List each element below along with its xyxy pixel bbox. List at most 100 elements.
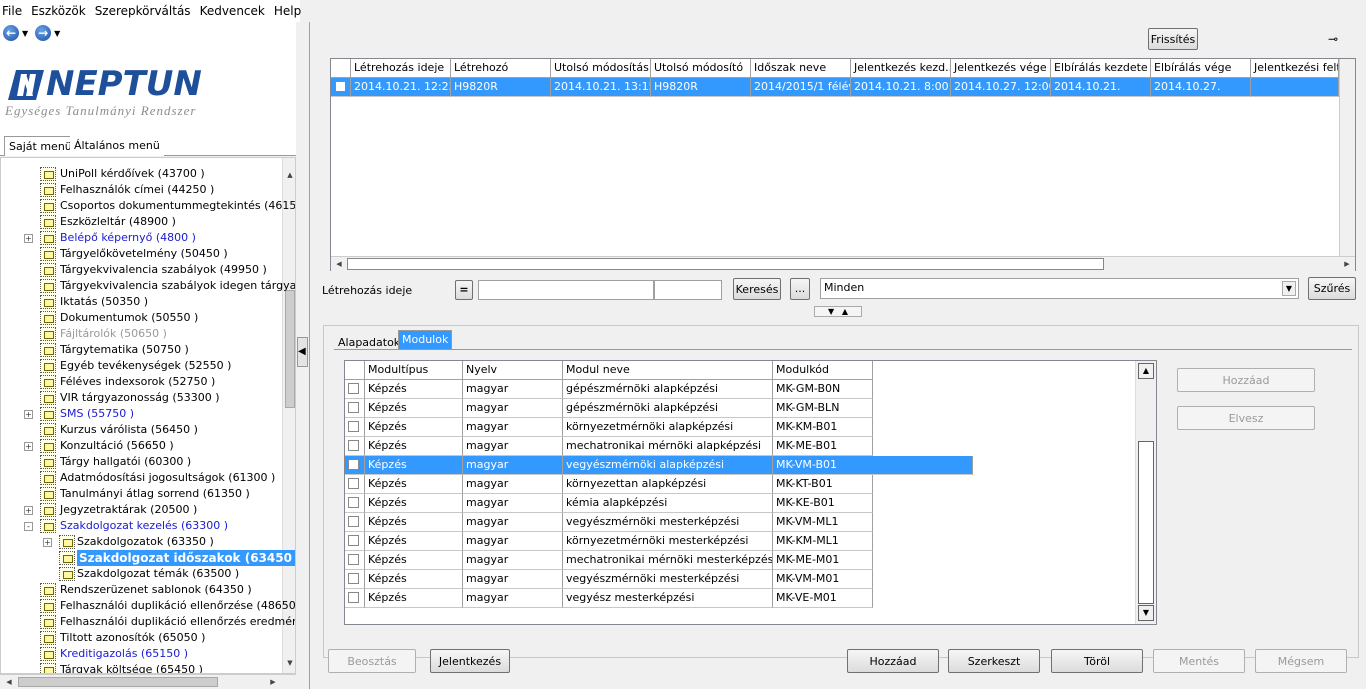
row-checkbox[interactable] [348,592,359,603]
tree-item[interactable]: Tanulmányi átlag sorrend (61350 ) [1,486,281,502]
table-cell[interactable]: magyar [463,437,563,456]
tree-item[interactable]: Tárgyekvivalencia szabályok (49950 ) [1,262,281,278]
tree-item[interactable]: Tárgy hallgatói (60300 ) [1,454,281,470]
tree-item[interactable]: Felhasználói duplikáció ellenőrzés eredm… [1,614,295,630]
row-checkbox[interactable] [348,421,359,432]
table-cell[interactable]: magyar [463,494,563,513]
table-cell[interactable]: Képzés [365,437,463,456]
row-checkbox[interactable] [348,497,359,508]
tree-item[interactable]: UniPoll kérdőívek (43700 ) [1,166,281,182]
table-cell[interactable]: környezettan alapképzési [563,475,773,494]
menu-help[interactable]: Help [274,4,301,18]
column-header[interactable]: Nyelv [463,361,563,380]
pin-icon[interactable]: ⊸ [1328,32,1338,46]
collapse-panel-button[interactable]: ◀ [297,337,308,367]
column-header[interactable]: Jelentkezés vége [951,59,1051,78]
table-cell[interactable]: környezetmérnöki alapképzési [563,418,773,437]
filter-to-input[interactable] [654,280,722,300]
tree-item[interactable]: Tiltott azonosítók (65050 ) [1,630,281,646]
tree-item[interactable]: VIR tárgyazonosság (53300 ) [1,390,281,406]
table-cell[interactable]: 2014.10.27. [1151,78,1251,97]
row-checkbox[interactable] [348,440,359,451]
table-cell[interactable]: MK-GM-BLN [773,399,873,418]
periods-hscrollbar[interactable]: ◀ ▶ [331,256,1355,271]
tree-item[interactable]: Tárgyekvivalencia szabályok idegen tárgy… [1,278,295,294]
arrow-down-icon[interactable]: ▼ [828,307,834,316]
tree-item[interactable]: + SMS (55750 ) [1,406,281,422]
tree-item[interactable]: Kreditigazolás (65150 ) [1,646,281,662]
expand-icon[interactable]: + [24,234,33,243]
table-cell[interactable]: Képzés [365,399,463,418]
periods-vscroll-area[interactable] [1339,59,1355,256]
column-header[interactable]: Létrehozó [451,59,551,78]
table-cell[interactable] [1251,78,1339,97]
tree-item[interactable]: Dokumentumok (50550 ) [1,310,281,326]
column-header[interactable]: Modul neve [563,361,773,380]
tree-item[interactable]: Tárgytematika (50750 ) [1,342,281,358]
table-cell[interactable]: magyar [463,456,563,475]
scroll-up-icon[interactable]: ▲ [283,168,295,182]
refresh-button[interactable]: Frissítés [1148,28,1198,50]
back-icon[interactable]: ← [3,25,19,41]
column-header[interactable]: Elbírálás vége [1151,59,1251,78]
tree-hscroll-thumb[interactable] [18,677,218,687]
menu-file[interactable]: File [2,4,22,18]
tree-item[interactable]: Iktatás (50350 ) [1,294,281,310]
table-cell[interactable]: 2014.10.21. 8:00:00 [851,78,951,97]
table-cell[interactable]: magyar [463,513,563,532]
tree-scroll-thumb[interactable] [285,290,295,408]
tree-item[interactable]: + Jegyzetraktárak (20500 ) [1,502,281,518]
table-cell[interactable]: Képzés [365,380,463,399]
row-checkbox[interactable] [348,554,359,565]
table-cell[interactable]: magyar [463,532,563,551]
table-cell[interactable]: Képzés [365,570,463,589]
table-cell[interactable]: vegyészmérnöki mesterképzési [563,570,773,589]
table-cell[interactable]: Képzés [365,589,463,608]
tree-item[interactable]: Felhasználói duplikáció ellenőrzése (486… [1,598,295,614]
column-header[interactable]: Jelentkezés kezd... [851,59,951,78]
table-cell[interactable]: Képzés [365,513,463,532]
table-cell[interactable]: magyar [463,399,563,418]
table-cell[interactable]: kémia alapképzési [563,494,773,513]
periods-hscroll-thumb[interactable] [347,258,1104,270]
forward-icon[interactable]: → [35,25,52,41]
row-checkbox[interactable] [348,383,359,394]
row-select-cell[interactable] [345,570,365,589]
table-cell[interactable]: H9820R [651,78,751,97]
row-checkbox[interactable] [348,535,359,546]
save-button[interactable]: Mentés [1153,649,1245,673]
filter-button[interactable]: Szűrés [1308,277,1356,300]
expand-icon[interactable]: + [24,410,33,419]
operator-button[interactable]: = [455,280,473,300]
menu-eszkozok[interactable]: Eszközök [31,4,86,18]
filter-from-input[interactable] [478,280,654,300]
table-cell[interactable]: MK-VM-ML1 [773,513,873,532]
tree-item[interactable]: Fájltárolók (50650 ) [1,326,281,342]
tree-item[interactable]: Tárgyak költsége (65450 ) [1,662,281,673]
menu-szerepkorvaltas[interactable]: Szerepkörváltás [95,4,191,18]
menu-kedvencek[interactable]: Kedvencek [200,4,265,18]
table-cell[interactable]: MK-ME-B01 [773,437,873,456]
column-header[interactable]: Létrehozás ideje [351,59,451,78]
table-cell[interactable]: mechatronikai mérnöki alapképzési [563,437,773,456]
column-header[interactable]: Modultípus [365,361,463,380]
tree-item[interactable]: + Belépő képernyő (4800 ) [1,230,281,246]
forward-dropdown-icon[interactable]: ▼ [54,29,60,38]
table-cell[interactable]: mechatronikai mérnöki mesterképzési [563,551,773,570]
row-checkbox[interactable] [348,459,359,470]
table-cell[interactable]: 2014/2015/1 félév ` [751,78,851,97]
table-cell[interactable]: magyar [463,380,563,399]
tree-item[interactable]: Rendszerüzenet sablonok (64350 ) [1,582,281,598]
table-cell[interactable]: környezetmérnöki mesterképzési [563,532,773,551]
row-select-cell[interactable] [345,380,365,399]
table-cell[interactable]: 2014.10.21. 13:15:2 [551,78,651,97]
row-select-cell[interactable] [345,513,365,532]
table-cell[interactable]: Képzés [365,418,463,437]
module-add-button[interactable]: Hozzáad [1177,368,1315,392]
tab-modulok[interactable]: Modulok [398,330,453,349]
table-cell[interactable]: magyar [463,418,563,437]
table-cell[interactable]: vegyészmérnöki alapképzési [563,456,773,475]
modules-scroll-up-icon[interactable]: ▲ [1138,363,1154,379]
expand-icon[interactable]: + [24,442,33,451]
table-cell[interactable]: vegyészmérnöki mesterképzési [563,513,773,532]
